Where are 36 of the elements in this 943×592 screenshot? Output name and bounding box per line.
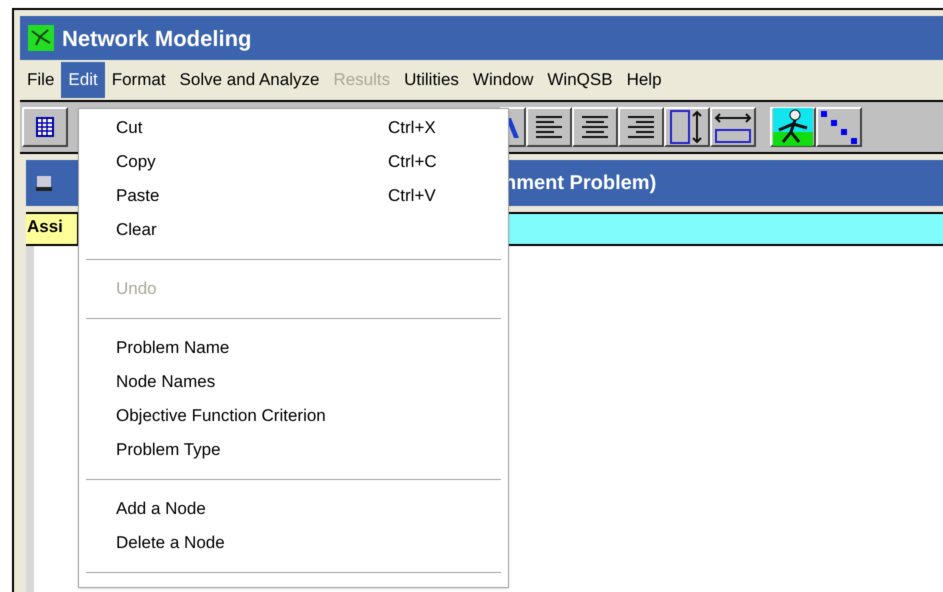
menu-item[interactable]: Utilities	[397, 62, 466, 98]
align-left-icon	[535, 115, 563, 139]
figure-button[interactable]	[770, 107, 816, 147]
grid-icon	[36, 117, 54, 137]
align-right-button[interactable]	[618, 107, 664, 147]
menu-option[interactable]: Problem Type	[79, 433, 508, 467]
menu-option[interactable]: Add a Node	[79, 492, 508, 526]
menu-option[interactable]: Node Names	[79, 365, 508, 399]
menu-item[interactable]: Solve and Analyze	[172, 62, 326, 98]
menu-option[interactable]: Problem Name	[79, 331, 508, 365]
menu-option[interactable]: Cut Ctrl+X	[79, 111, 508, 145]
align-left-button[interactable]	[526, 107, 572, 147]
grid-button[interactable]	[22, 107, 68, 147]
menu-item[interactable]: Format	[104, 62, 173, 98]
menu-option[interactable]: Copy Ctrl+C	[79, 145, 508, 179]
menu-item[interactable]: Edit	[61, 62, 105, 98]
diagonal-dots-button[interactable]	[816, 107, 862, 147]
menu-item[interactable]: File	[20, 62, 62, 98]
diagonal-dots-icon	[819, 109, 859, 145]
menu-item[interactable]: WinQSB	[540, 62, 620, 98]
menu-item[interactable]: Help	[620, 62, 669, 98]
menu-option[interactable]: Clear	[79, 213, 508, 247]
menu-option[interactable]: Objective Function Criterion	[79, 399, 508, 433]
menu-option[interactable]: Delete a Node	[79, 526, 508, 560]
row-height-button[interactable]	[664, 107, 710, 147]
menu-item[interactable]: Window	[466, 62, 540, 98]
window-title: Network Modeling	[62, 24, 252, 53]
figure-icon	[773, 108, 813, 146]
align-center-icon	[581, 115, 609, 139]
align-right-icon	[627, 115, 655, 139]
align-center-button[interactable]	[572, 107, 618, 147]
row-header: Assi	[26, 214, 78, 244]
menu-option[interactable]: Paste Ctrl+V	[79, 179, 508, 213]
column-width-button[interactable]	[710, 107, 756, 147]
app-icon	[28, 25, 54, 51]
window-icon	[34, 173, 54, 193]
